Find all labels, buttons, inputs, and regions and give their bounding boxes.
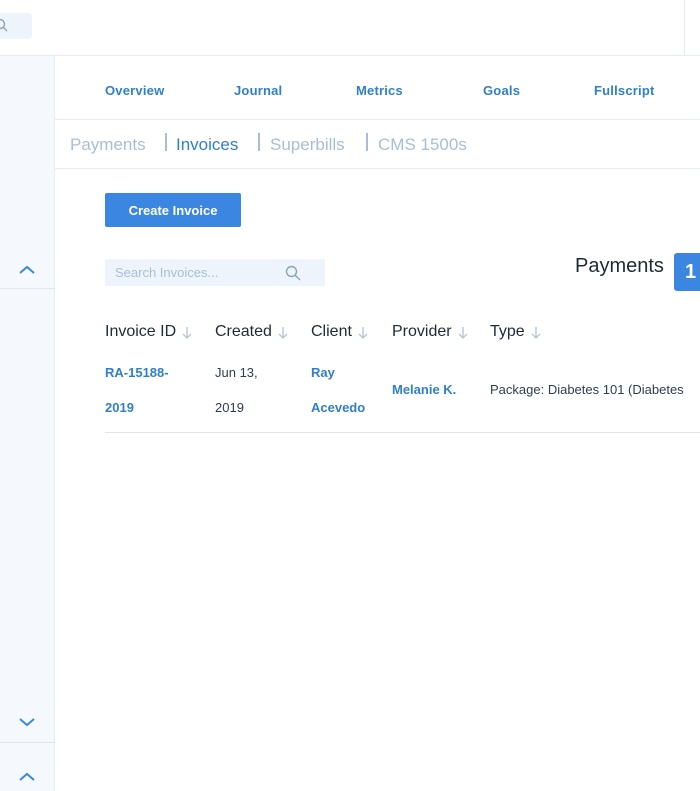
created-date: Jun 13, 2019 [215, 355, 258, 425]
column-header-created[interactable]: Created [215, 323, 288, 341]
tab-cms-1500s[interactable]: CMS 1500s [378, 135, 467, 155]
payments-count-badge[interactable]: 1 [674, 253, 700, 291]
sort-arrow-down-icon [182, 326, 192, 339]
invoice-id-link[interactable]: RA-15188- 2019 [105, 355, 169, 425]
created-date-line: Jun 13, [215, 365, 258, 380]
column-header-label: Client [311, 323, 352, 340]
nav-fullscript[interactable]: Fullscript [594, 83, 655, 98]
tab-separator [366, 133, 368, 151]
client-link[interactable]: Ray Acevedo [311, 355, 365, 425]
column-header-label: Type [490, 323, 525, 340]
top-bar [0, 0, 700, 56]
chevron-up-icon[interactable] [17, 770, 37, 784]
created-date-line: 2019 [215, 400, 244, 415]
column-header-label: Provider [392, 323, 452, 340]
sidebar [0, 56, 55, 791]
invoice-type: Package: Diabetes 101 (Diabetes [490, 382, 684, 397]
column-header-label: Invoice ID [105, 323, 177, 340]
tab-separator [165, 133, 167, 151]
search-icon[interactable] [0, 18, 8, 37]
create-invoice-button[interactable]: Create Invoice [105, 193, 241, 227]
nav-overview[interactable]: Overview [105, 83, 164, 98]
payments-heading: Payments [575, 255, 664, 277]
sort-arrow-down-icon [531, 326, 541, 339]
search-icon[interactable] [285, 265, 301, 286]
sidebar-divider [0, 288, 55, 289]
top-bar-divider [684, 0, 685, 56]
nav-goals[interactable]: Goals [483, 83, 520, 98]
column-header-invoice-id[interactable]: Invoice ID [105, 323, 192, 341]
tab-payments[interactable]: Payments [70, 135, 146, 155]
nav-metrics[interactable]: Metrics [356, 83, 403, 98]
search-invoices-input[interactable] [105, 259, 280, 286]
sort-arrow-down-icon [358, 326, 368, 339]
column-header-provider[interactable]: Provider [392, 323, 468, 341]
sort-arrow-down-icon [278, 326, 288, 339]
invoice-id-line: 2019 [105, 400, 134, 415]
client-name-line: Ray [311, 365, 335, 380]
invoice-id-line: RA-15188- [105, 365, 169, 380]
column-header-client[interactable]: Client [311, 323, 368, 341]
chevron-down-icon[interactable] [17, 715, 37, 729]
client-name-line: Acevedo [311, 400, 366, 415]
tab-superbills[interactable]: Superbills [270, 135, 345, 155]
row-divider [105, 432, 700, 433]
invoice-search [105, 259, 325, 286]
column-header-type[interactable]: Type [490, 323, 541, 341]
column-header-label: Created [215, 323, 272, 340]
sort-arrow-down-icon [458, 326, 468, 339]
provider-link[interactable]: Melanie K. [392, 372, 456, 407]
main-nav: Overview Journal Metrics Goals Fullscrip… [55, 56, 700, 120]
tab-separator [258, 133, 260, 151]
nav-journal[interactable]: Journal [234, 83, 282, 98]
tab-invoices[interactable]: Invoices [176, 135, 238, 155]
billing-subtabs: Payments Invoices Superbills CMS 1500s [55, 120, 700, 169]
chevron-up-icon[interactable] [17, 263, 37, 277]
sidebar-divider [0, 742, 55, 743]
top-search-field[interactable] [0, 13, 32, 39]
